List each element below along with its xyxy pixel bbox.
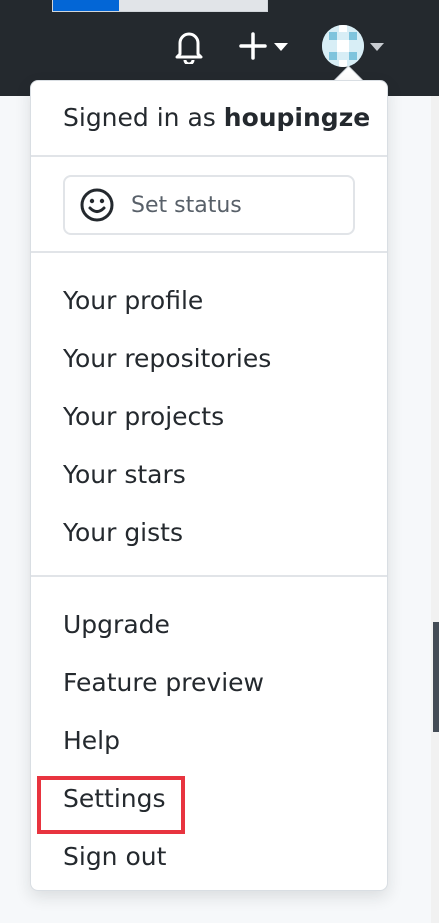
user-menu-button[interactable] xyxy=(322,25,392,67)
divider xyxy=(31,251,387,253)
user-dropdown-menu: Signed in as houpingze Set status Your p… xyxy=(30,80,388,891)
username: houpingze xyxy=(223,103,371,132)
avatar xyxy=(322,25,364,67)
menu-item-sign-out[interactable]: Sign out xyxy=(63,841,166,873)
signed-in-prefix: Signed in as xyxy=(63,103,224,132)
menu-item-help[interactable]: Help xyxy=(63,725,120,757)
signed-in-header: Signed in as houpingze xyxy=(63,103,370,132)
top-tab-strip[interactable] xyxy=(52,0,268,12)
plus-icon xyxy=(239,32,267,60)
settings-highlight-box xyxy=(37,776,185,834)
divider xyxy=(31,575,387,577)
create-new-button[interactable] xyxy=(238,26,296,66)
menu-item-your-projects[interactable]: Your projects xyxy=(63,401,224,433)
menu-item-your-profile[interactable]: Your profile xyxy=(63,285,203,317)
scrollbar-track[interactable] xyxy=(431,96,439,923)
menu-item-feature-preview[interactable]: Feature preview xyxy=(63,667,264,699)
menu-item-your-repositories[interactable]: Your repositories xyxy=(63,343,271,375)
menu-item-upgrade[interactable]: Upgrade xyxy=(63,609,170,641)
set-status-label: Set status xyxy=(131,192,242,218)
divider xyxy=(31,155,387,157)
menu-item-your-stars[interactable]: Your stars xyxy=(63,459,186,491)
smiley-icon xyxy=(80,188,114,222)
notifications-button[interactable] xyxy=(172,26,208,66)
chevron-down-icon xyxy=(274,43,288,51)
set-status-button[interactable]: Set status xyxy=(63,175,355,235)
scrollbar-thumb[interactable] xyxy=(433,622,439,732)
top-tab-active[interactable] xyxy=(53,0,119,11)
chevron-down-icon xyxy=(370,43,384,51)
menu-item-your-gists[interactable]: Your gists xyxy=(63,517,183,549)
bell-icon xyxy=(175,32,203,64)
